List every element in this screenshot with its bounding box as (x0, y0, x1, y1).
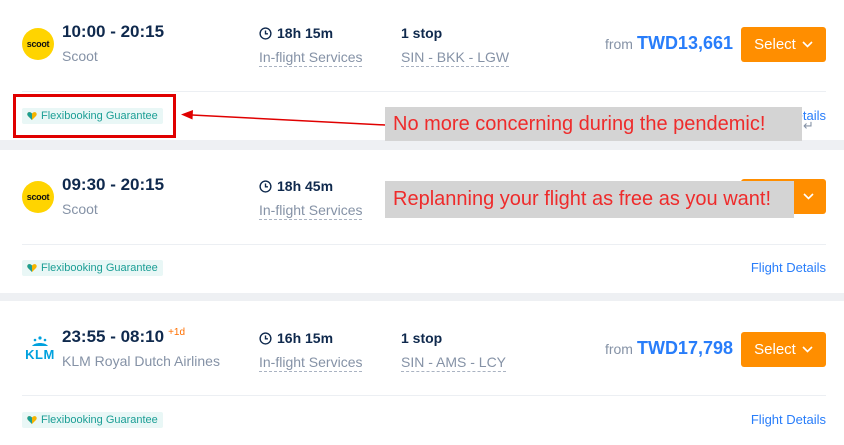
flexibooking-badge: Flexibooking Guarantee (22, 412, 163, 428)
duration: 18h 45m (259, 178, 333, 194)
inflight-services-link[interactable]: In-flight Services (259, 353, 363, 372)
select-button[interactable]: Select (741, 332, 826, 367)
chevron-down-icon (802, 346, 813, 353)
scoot-logo: scoot (22, 181, 54, 213)
clock-icon (259, 179, 272, 193)
stops: 1 stop (401, 25, 443, 41)
flight-time: 09:30 - 20:15 (62, 175, 165, 194)
airline-name: Scoot (62, 201, 98, 217)
klm-logo: KLM (22, 333, 58, 365)
stops: 1 stop (401, 330, 443, 346)
flight-details-link[interactable]: Flight Details (751, 412, 826, 427)
annotation-callout-2: Replanning your flight as free as you wa… (385, 181, 794, 218)
heart-icon (27, 264, 37, 272)
divider (22, 91, 826, 92)
clock-icon (259, 331, 272, 345)
flexibooking-badge: Flexibooking Guarantee (22, 260, 163, 276)
return-icon: ↵ (803, 118, 814, 133)
price: from TWD17,798 (604, 338, 733, 358)
inflight-services-link[interactable]: In-flight Services (259, 48, 363, 67)
select-button[interactable]: Select (741, 27, 826, 62)
airline-name: Scoot (62, 48, 98, 64)
clock-icon (259, 26, 272, 40)
chevron-down-icon (802, 41, 813, 48)
divider (22, 395, 826, 396)
divider (22, 244, 826, 245)
crown-icon (32, 336, 48, 346)
price: from TWD13,661 (604, 33, 733, 53)
highlight-box (13, 94, 176, 138)
airline-name: KLM Royal Dutch Airlines (62, 353, 220, 369)
chevron-down-icon (803, 193, 814, 200)
annotation-callout-1: No more concerning during the pendemic! (385, 107, 802, 141)
heart-icon (27, 416, 37, 424)
flight-time: 23:55 - 08:10 +1d (62, 327, 186, 346)
route[interactable]: SIN - AMS - LCY (401, 353, 507, 372)
flight-card-2: scoot 09:30 - 20:15 Scoot 18h 45m In-fli… (0, 150, 844, 293)
inflight-services-link[interactable]: In-flight Services (259, 201, 363, 220)
duration: 18h 15m (259, 25, 333, 41)
flight-card-3: KLM 23:55 - 08:10 +1d KLM Royal Dutch Air… (0, 301, 844, 445)
duration: 16h 15m (259, 330, 333, 346)
flight-time: 10:00 - 20:15 (62, 22, 165, 41)
flight-details-link[interactable]: Flight Details (751, 260, 826, 275)
day-offset: +1d (168, 327, 186, 339)
scoot-logo: scoot (22, 28, 54, 60)
route[interactable]: SIN - BKK - LGW (401, 48, 510, 67)
